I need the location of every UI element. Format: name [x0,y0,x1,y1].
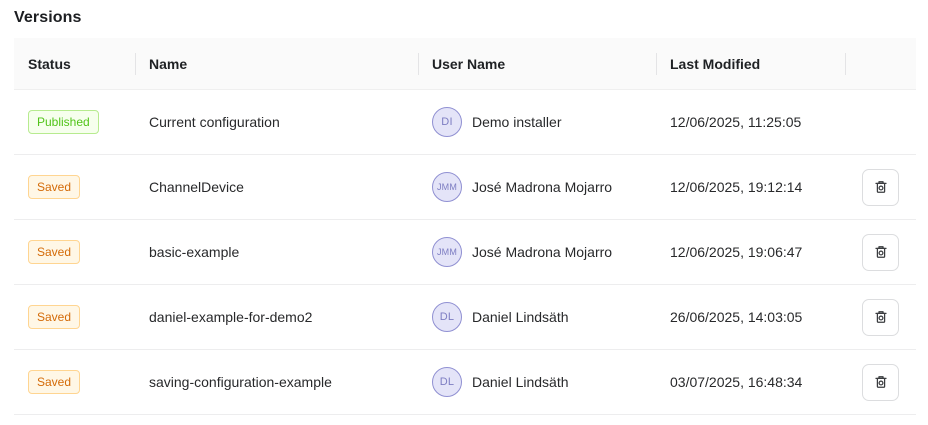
version-name: saving-configuration-example [149,374,332,390]
user-cell: JMM José Madrona Mojarro [418,220,656,284]
last-modified-cell: 12/06/2025, 11:25:05 [656,90,845,154]
last-modified-value: 26/06/2025, 14:03:05 [670,309,802,325]
avatar: DI [432,107,462,137]
version-name: daniel-example-for-demo2 [149,309,312,325]
status-badge: Saved [28,370,80,394]
column-header-status: Status [14,38,135,89]
table-row: Saved basic-example JMM José Madrona Moj… [14,220,916,285]
user-name: Daniel Lindsäth [472,374,569,390]
version-name-cell: basic-example [135,220,418,284]
page-title: Versions [0,0,928,27]
table-row: Saved saving-configuration-example DL Da… [14,350,916,415]
version-name: ChannelDevice [149,179,244,195]
trash-icon [873,374,889,390]
status-badge: Saved [28,175,80,199]
user-cell: DL Daniel Lindsäth [418,285,656,349]
user-cell: DL Daniel Lindsäth [418,350,656,414]
status-cell: Published [14,90,135,154]
column-header-name: Name [135,38,418,89]
user-name: José Madrona Mojarro [472,179,612,195]
column-header-actions [845,38,916,89]
user-name: Daniel Lindsäth [472,309,569,325]
status-badge: Saved [28,240,80,264]
status-badge: Published [28,110,99,134]
status-cell: Saved [14,350,135,414]
status-cell: Saved [14,285,135,349]
last-modified-cell: 12/06/2025, 19:06:47 [656,220,845,284]
status-badge: Saved [28,305,80,329]
actions-cell [845,350,916,414]
version-name-cell: ChannelDevice [135,155,418,219]
table-body: Published Current configuration DI Demo … [14,90,916,415]
avatar: JMM [432,237,462,267]
actions-cell [845,90,916,154]
trash-icon [873,179,889,195]
last-modified-cell: 26/06/2025, 14:03:05 [656,285,845,349]
user-name: José Madrona Mojarro [472,244,612,260]
last-modified-value: 12/06/2025, 11:25:05 [670,114,801,130]
actions-cell [845,220,916,284]
actions-cell [845,155,916,219]
trash-icon [873,244,889,260]
table-header-row: Status Name User Name Last Modified [14,38,916,90]
delete-version-button[interactable] [862,364,899,401]
table-row: Saved daniel-example-for-demo2 DL Daniel… [14,285,916,350]
table-row: Saved ChannelDevice JMM José Madrona Moj… [14,155,916,220]
column-header-user-name: User Name [418,38,656,89]
last-modified-cell: 12/06/2025, 19:12:14 [656,155,845,219]
user-name: Demo installer [472,114,561,130]
delete-version-button[interactable] [862,299,899,336]
versions-page: Versions Status Name User Name Last Modi… [0,0,928,425]
last-modified-value: 12/06/2025, 19:06:47 [670,244,802,260]
versions-table: Status Name User Name Last Modified Publ… [14,38,916,415]
avatar: JMM [432,172,462,202]
status-cell: Saved [14,155,135,219]
version-name-cell: Current configuration [135,90,418,154]
avatar: DL [432,367,462,397]
last-modified-value: 03/07/2025, 16:48:34 [670,374,802,390]
table-row: Published Current configuration DI Demo … [14,90,916,155]
version-name: Current configuration [149,114,280,130]
actions-cell [845,285,916,349]
avatar: DL [432,302,462,332]
user-cell: DI Demo installer [418,90,656,154]
version-name: basic-example [149,244,239,260]
last-modified-cell: 03/07/2025, 16:48:34 [656,350,845,414]
delete-version-button[interactable] [862,169,899,206]
status-cell: Saved [14,220,135,284]
version-name-cell: saving-configuration-example [135,350,418,414]
column-header-last-modified: Last Modified [656,38,845,89]
last-modified-value: 12/06/2025, 19:12:14 [670,179,802,195]
user-cell: JMM José Madrona Mojarro [418,155,656,219]
version-name-cell: daniel-example-for-demo2 [135,285,418,349]
delete-version-button[interactable] [862,234,899,271]
trash-icon [873,309,889,325]
